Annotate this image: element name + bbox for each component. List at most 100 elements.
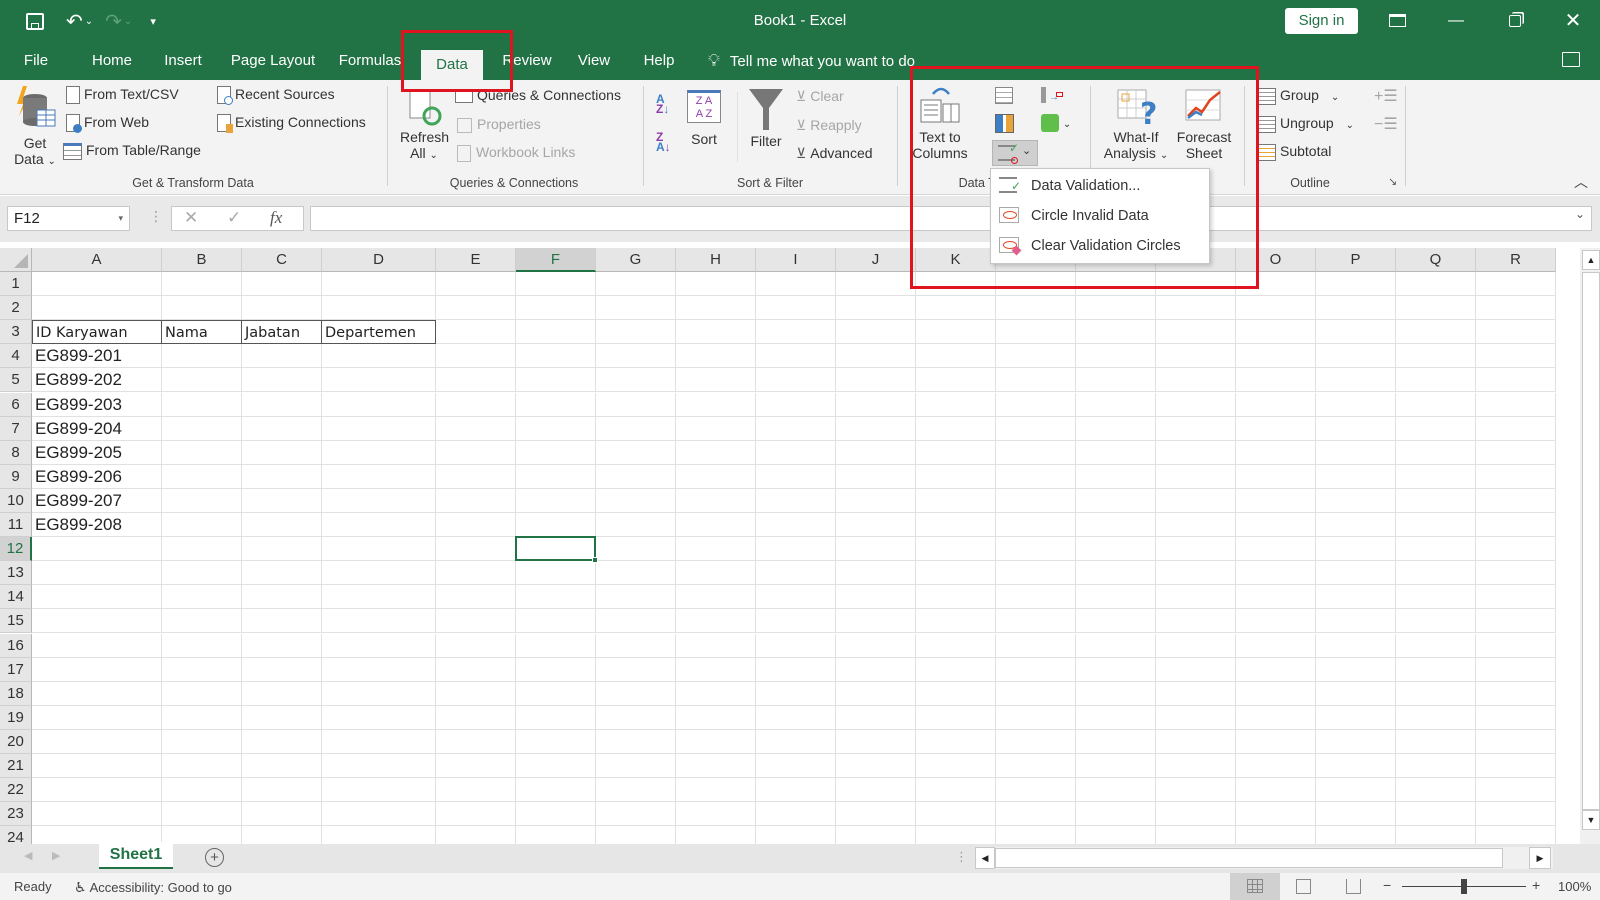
cell-Q21[interactable] — [1396, 754, 1476, 779]
cell-A7[interactable]: EG899-204 — [32, 416, 162, 441]
filter-button[interactable]: Filter — [746, 88, 786, 149]
cell-E21[interactable] — [436, 754, 516, 779]
cell-F19[interactable] — [516, 705, 596, 730]
cell-J5[interactable] — [836, 368, 916, 393]
row-header-8[interactable]: 8 — [0, 440, 32, 465]
cell-H2[interactable] — [676, 296, 756, 321]
cell-E7[interactable] — [436, 416, 516, 441]
cell-R6[interactable] — [1476, 392, 1556, 417]
cell-Q8[interactable] — [1396, 440, 1476, 465]
cell-D17[interactable] — [322, 657, 436, 682]
cell-R8[interactable] — [1476, 440, 1556, 465]
cell-O15[interactable] — [1236, 609, 1316, 634]
cell-B20[interactable] — [162, 729, 242, 754]
cell-R12[interactable] — [1476, 537, 1556, 562]
cell-O23[interactable] — [1236, 802, 1316, 827]
cell-D1[interactable] — [322, 272, 436, 297]
cell-B24[interactable] — [162, 826, 242, 844]
tab-help[interactable]: Help — [641, 42, 677, 80]
cell-L3[interactable] — [996, 320, 1076, 345]
cell-Q18[interactable] — [1396, 681, 1476, 706]
cell-J20[interactable] — [836, 729, 916, 754]
tab-formulas[interactable]: Formulas — [338, 42, 402, 80]
cell-Q6[interactable] — [1396, 392, 1476, 417]
cell-L20[interactable] — [996, 729, 1076, 754]
sheet-next-icon[interactable]: ▶ — [52, 849, 60, 862]
cancel-entry-button[interactable]: ✕ — [184, 208, 198, 228]
cell-J11[interactable] — [836, 513, 916, 538]
cell-N5[interactable] — [1156, 368, 1236, 393]
cell-K7[interactable] — [916, 416, 996, 441]
cell-F11[interactable] — [516, 513, 596, 538]
cell-G21[interactable] — [596, 754, 676, 779]
cell-G23[interactable] — [596, 802, 676, 827]
cell-H14[interactable] — [676, 585, 756, 610]
cell-K19[interactable] — [916, 705, 996, 730]
cell-D9[interactable] — [322, 464, 436, 489]
cell-E22[interactable] — [436, 778, 516, 803]
cell-Q23[interactable] — [1396, 802, 1476, 827]
cell-O18[interactable] — [1236, 681, 1316, 706]
cell-A3[interactable]: ID Karyawan — [32, 320, 162, 345]
cell-B16[interactable] — [162, 633, 242, 658]
cell-D23[interactable] — [322, 802, 436, 827]
cell-G18[interactable] — [596, 681, 676, 706]
cell-B14[interactable] — [162, 585, 242, 610]
cell-G9[interactable] — [596, 464, 676, 489]
cell-G6[interactable] — [596, 392, 676, 417]
cell-C3[interactable]: Jabatan — [242, 320, 322, 345]
cell-F1[interactable] — [516, 272, 596, 297]
cell-G19[interactable] — [596, 705, 676, 730]
cell-B7[interactable] — [162, 416, 242, 441]
cell-P10[interactable] — [1316, 488, 1396, 513]
row-header-7[interactable]: 7 — [0, 416, 32, 441]
cell-E1[interactable] — [436, 272, 516, 297]
cell-F4[interactable] — [516, 344, 596, 369]
cell-B19[interactable] — [162, 705, 242, 730]
cell-L18[interactable] — [996, 681, 1076, 706]
cell-A14[interactable] — [32, 585, 162, 610]
cell-E14[interactable] — [436, 585, 516, 610]
cell-P5[interactable] — [1316, 368, 1396, 393]
scroll-left-button[interactable]: ◀ — [975, 847, 995, 869]
tab-split-handle[interactable]: ⋮ — [955, 849, 968, 865]
cell-K17[interactable] — [916, 657, 996, 682]
cell-F3[interactable] — [516, 320, 596, 345]
cell-L16[interactable] — [996, 633, 1076, 658]
cell-P24[interactable] — [1316, 826, 1396, 844]
cell-A5[interactable]: EG899-202 — [32, 368, 162, 393]
cell-R9[interactable] — [1476, 464, 1556, 489]
cell-A16[interactable] — [32, 633, 162, 658]
cell-E6[interactable] — [436, 392, 516, 417]
cell-K11[interactable] — [916, 513, 996, 538]
cell-K9[interactable] — [916, 464, 996, 489]
cell-D3[interactable]: Departemen — [322, 320, 436, 345]
cell-O20[interactable] — [1236, 729, 1316, 754]
cell-F20[interactable] — [516, 729, 596, 754]
cell-I16[interactable] — [756, 633, 836, 658]
row-header-19[interactable]: 19 — [0, 705, 32, 730]
get-data-button[interactable]: Get Data ⌄ — [12, 86, 58, 167]
cell-M19[interactable] — [1076, 705, 1156, 730]
column-header-Q[interactable]: Q — [1396, 248, 1476, 272]
cell-P7[interactable] — [1316, 416, 1396, 441]
from-text-csv-button[interactable]: From Text/CSV — [66, 86, 179, 105]
cell-G20[interactable] — [596, 729, 676, 754]
cell-E19[interactable] — [436, 705, 516, 730]
cell-Q14[interactable] — [1396, 585, 1476, 610]
cell-D13[interactable] — [322, 561, 436, 586]
cell-H6[interactable] — [676, 392, 756, 417]
cell-P16[interactable] — [1316, 633, 1396, 658]
cell-K12[interactable] — [916, 537, 996, 562]
cell-F21[interactable] — [516, 754, 596, 779]
cell-M22[interactable] — [1076, 778, 1156, 803]
cell-E24[interactable] — [436, 826, 516, 844]
cell-O24[interactable] — [1236, 826, 1316, 844]
cell-D11[interactable] — [322, 513, 436, 538]
cell-I8[interactable] — [756, 440, 836, 465]
cell-E4[interactable] — [436, 344, 516, 369]
cell-M14[interactable] — [1076, 585, 1156, 610]
cell-Q2[interactable] — [1396, 296, 1476, 321]
cell-N2[interactable] — [1156, 296, 1236, 321]
cell-I9[interactable] — [756, 464, 836, 489]
